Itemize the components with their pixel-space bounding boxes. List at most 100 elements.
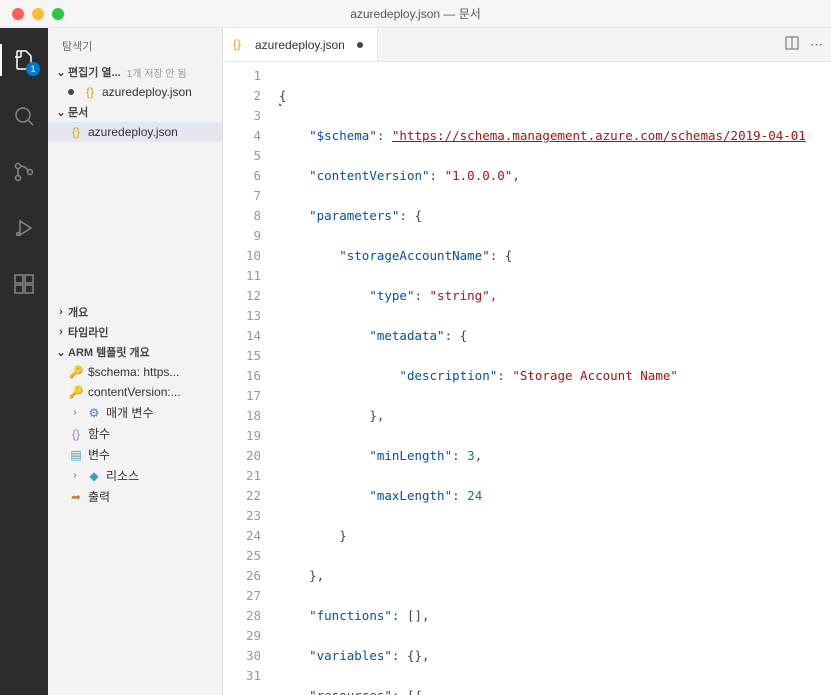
line-number: 19 <box>223 426 261 446</box>
line-number: 20 <box>223 446 261 466</box>
editor-area: {} azuredeploy.json ⋯ 1 2 3 4 5 6 7 8 <box>223 28 831 695</box>
workspace-label: 문서 <box>68 104 88 120</box>
line-number: 4 <box>223 126 261 146</box>
code-editor[interactable]: 1 2 3 4 5 6 7 8 9 10 11 12 13 14 15 16 1… <box>223 62 831 695</box>
sidebar: 탐색기 ⌄ 편집기 열... 1개 저장 안 됨 {} azuredeploy.… <box>48 28 223 695</box>
line-number: 30 <box>223 646 261 666</box>
line-number: 31 <box>223 666 261 686</box>
arm-item-resources[interactable]: › ◆ 리소스 <box>48 465 222 486</box>
gear-icon: ⚙ <box>86 405 102 421</box>
chevron-right-icon: › <box>68 407 82 418</box>
window-title: azuredeploy.json — 문서 <box>0 5 831 22</box>
tab-actions: ⋯ <box>784 28 831 61</box>
resources-icon: ◆ <box>86 468 102 484</box>
arm-item-outputs[interactable]: ➦ 출력 <box>48 486 222 507</box>
workspace-file-label: azuredeploy.json <box>88 125 178 139</box>
maximize-window-button[interactable] <box>52 8 64 20</box>
code-content[interactable]: { "$schema": "https://schema.management.… <box>273 62 831 695</box>
tab-label: azuredeploy.json <box>255 38 345 52</box>
more-actions-icon[interactable]: ⋯ <box>810 37 823 53</box>
key-icon: 🔑 <box>68 364 84 380</box>
open-editors-section[interactable]: ⌄ 편집기 열... 1개 저장 안 됨 <box>48 62 222 82</box>
line-number: 14 <box>223 326 261 346</box>
workspace-section[interactable]: ⌄ 문서 <box>48 102 222 122</box>
timeline-section[interactable]: › 타임라인 <box>48 322 222 342</box>
line-number: 3 <box>223 106 261 126</box>
line-number: 18 <box>223 406 261 426</box>
titlebar: azuredeploy.json — 문서 <box>0 0 831 28</box>
activity-bar: 1 <box>0 28 48 695</box>
unsaved-indicator-icon <box>357 42 363 48</box>
line-number: 5 <box>223 146 261 166</box>
outputs-icon: ➦ <box>68 489 84 505</box>
arm-schema-label: $schema: https... <box>88 365 179 379</box>
line-number: 15 <box>223 346 261 366</box>
line-number: 12 <box>223 286 261 306</box>
line-number: 10 <box>223 246 261 266</box>
search-icon[interactable] <box>0 92 48 140</box>
arm-item-contentversion[interactable]: 🔑 contentVersion:... <box>48 382 222 402</box>
extensions-icon[interactable] <box>0 260 48 308</box>
workspace-file-item[interactable]: {} azuredeploy.json <box>48 122 222 142</box>
line-number: 29 <box>223 626 261 646</box>
open-editor-item[interactable]: {} azuredeploy.json <box>48 82 222 102</box>
arm-outline-section[interactable]: ⌄ ARM 템플릿 개요 <box>48 342 222 362</box>
line-number: 9 <box>223 226 261 246</box>
arm-contentversion-label: contentVersion:... <box>88 385 181 399</box>
tabs-bar: {} azuredeploy.json ⋯ <box>223 28 831 62</box>
line-number: 11 <box>223 266 261 286</box>
key-icon: 🔑 <box>68 384 84 400</box>
sidebar-title: 탐색기 <box>48 28 222 62</box>
arm-outline-label: ARM 템플릿 개요 <box>68 344 150 360</box>
tab-azuredeploy[interactable]: {} azuredeploy.json <box>223 28 378 61</box>
line-number: 6 <box>223 166 261 186</box>
line-number: 8 <box>223 206 261 226</box>
line-number: 16 <box>223 366 261 386</box>
variables-icon: ▤ <box>68 447 84 463</box>
json-file-icon: {} <box>82 84 98 100</box>
arm-item-parameters[interactable]: › ⚙ 매개 변수 <box>48 402 222 423</box>
window-controls <box>0 8 64 20</box>
line-number: 17 <box>223 386 261 406</box>
explorer-icon[interactable]: 1 <box>0 36 48 84</box>
chevron-right-icon: › <box>68 470 82 481</box>
arm-resources-label: 리소스 <box>106 467 139 484</box>
line-number: 13 <box>223 306 261 326</box>
chevron-right-icon: › <box>54 326 68 338</box>
arm-variables-label: 변수 <box>88 446 110 463</box>
line-number: 27 <box>223 586 261 606</box>
arm-item-variables[interactable]: ▤ 변수 <box>48 444 222 465</box>
explorer-badge: 1 <box>26 62 40 76</box>
open-editor-file-label: azuredeploy.json <box>102 85 192 99</box>
line-number: 24 <box>223 526 261 546</box>
outline-label: 개요 <box>68 304 88 320</box>
line-number: 23 <box>223 506 261 526</box>
line-number-gutter: 1 2 3 4 5 6 7 8 9 10 11 12 13 14 15 16 1… <box>223 62 273 695</box>
split-editor-icon[interactable] <box>784 35 800 54</box>
arm-outputs-label: 출력 <box>88 488 110 505</box>
line-number: 25 <box>223 546 261 566</box>
line-number: 7 <box>223 186 261 206</box>
outline-section[interactable]: › 개요 <box>48 302 222 322</box>
close-window-button[interactable] <box>12 8 24 20</box>
chevron-down-icon: ⌄ <box>54 346 68 359</box>
open-editors-hint: 1개 저장 안 됨 <box>127 65 187 80</box>
unsaved-indicator-icon <box>68 89 74 95</box>
arm-parameters-label: 매개 변수 <box>106 404 154 421</box>
chevron-right-icon: › <box>54 306 68 318</box>
source-control-icon[interactable] <box>0 148 48 196</box>
timeline-label: 타임라인 <box>68 324 108 340</box>
line-number: 2 <box>223 86 261 106</box>
json-file-icon: {} <box>68 124 84 140</box>
functions-icon: {} <box>68 426 84 442</box>
chevron-down-icon: ⌄ <box>54 106 68 119</box>
minimize-window-button[interactable] <box>32 8 44 20</box>
line-number: 22 <box>223 486 261 506</box>
arm-item-schema[interactable]: 🔑 $schema: https... <box>48 362 222 382</box>
run-debug-icon[interactable] <box>0 204 48 252</box>
arm-functions-label: 함수 <box>88 425 110 442</box>
json-file-icon: {} <box>233 37 249 53</box>
line-number: 26 <box>223 566 261 586</box>
arm-item-functions[interactable]: {} 함수 <box>48 423 222 444</box>
line-number: 21 <box>223 466 261 486</box>
